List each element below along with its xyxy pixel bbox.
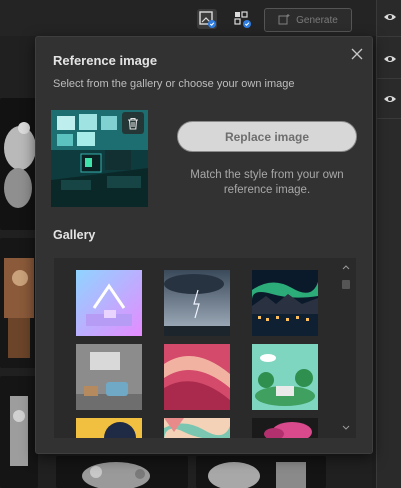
gallery-heading: Gallery [53,228,96,242]
visibility-eye-icon[interactable] [383,9,397,27]
close-button[interactable] [345,44,369,68]
layer-row-1 [377,0,401,37]
layer-row-2 [377,42,401,79]
gallery-item-yellow-shapes[interactable] [76,418,142,438]
popover-subtitle: Select from the gallery or choose your o… [53,78,295,90]
gallery-scrollbar[interactable] [340,262,352,434]
top-toolbar: Generate [0,0,376,36]
trash-icon [127,117,139,130]
scroll-up-icon[interactable] [341,262,351,272]
visibility-eye-icon[interactable] [383,91,397,109]
structure-reference-icon[interactable] [232,9,252,29]
gallery-item-aurora-city[interactable] [252,270,318,336]
gallery-item-pastel-swirl[interactable] [164,418,230,438]
gallery-item-pink-flower[interactable] [252,418,318,438]
gallery-item-pink-wave[interactable] [164,344,230,410]
layer-row-3 [377,82,401,119]
replace-image-button[interactable]: Replace image [177,121,357,152]
generate-icon [278,13,290,28]
workspace-image-left-1[interactable] [0,98,38,230]
workspace-image-left-3[interactable] [0,376,38,488]
match-style-hint: Match the style from your own reference … [190,169,344,196]
generate-label: Generate [296,14,338,26]
gallery-item-storm-sky[interactable] [164,270,230,336]
popover-title: Reference image [53,53,158,68]
reference-image-icon[interactable] [197,9,217,29]
gallery-item-green-podium[interactable] [252,344,318,410]
scroll-down-icon[interactable] [341,422,351,432]
workspace-image-left-2[interactable] [0,238,38,368]
gallery-item-neon-shapes[interactable] [76,270,142,336]
visibility-eye-icon[interactable] [383,51,397,69]
reference-image-popover: Reference image Select from the gallery … [35,36,373,454]
gallery-item-living-room[interactable] [76,344,142,410]
workspace-image-bottom-1[interactable] [56,456,188,488]
close-icon [351,47,363,65]
reference-image-preview[interactable] [51,110,148,207]
layers-rail [376,0,401,488]
workspace-image-bottom-2[interactable] [196,456,326,488]
scrollbar-thumb[interactable] [342,280,350,289]
generate-button[interactable]: Generate [264,8,352,32]
gallery-grid [54,258,356,438]
replace-image-label: Replace image [224,129,310,144]
delete-reference-button[interactable] [122,112,144,134]
